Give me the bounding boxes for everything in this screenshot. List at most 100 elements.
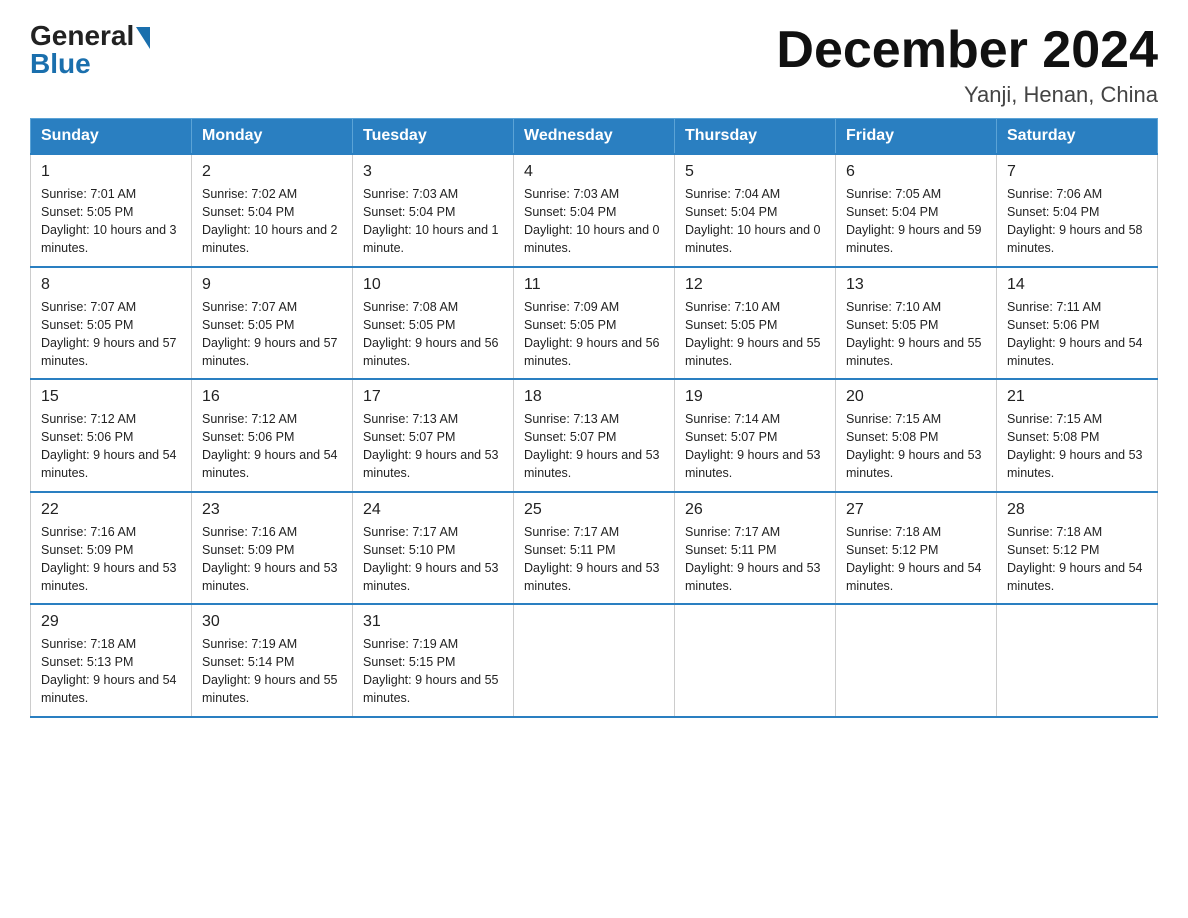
day-info: Sunrise: 7:01 AMSunset: 5:05 PMDaylight:… xyxy=(41,187,177,255)
calendar-cell: 23 Sunrise: 7:16 AMSunset: 5:09 PMDaylig… xyxy=(192,492,353,605)
week-row-4: 22 Sunrise: 7:16 AMSunset: 5:09 PMDaylig… xyxy=(31,492,1158,605)
day-number: 13 xyxy=(846,276,986,294)
day-info: Sunrise: 7:03 AMSunset: 5:04 PMDaylight:… xyxy=(363,187,499,255)
calendar-cell: 3 Sunrise: 7:03 AMSunset: 5:04 PMDayligh… xyxy=(353,154,514,267)
weekday-header-row: Sunday Monday Tuesday Wednesday Thursday… xyxy=(31,119,1158,155)
header-monday: Monday xyxy=(192,119,353,155)
calendar-cell: 25 Sunrise: 7:17 AMSunset: 5:11 PMDaylig… xyxy=(514,492,675,605)
day-info: Sunrise: 7:10 AMSunset: 5:05 PMDaylight:… xyxy=(846,300,982,368)
calendar-cell: 7 Sunrise: 7:06 AMSunset: 5:04 PMDayligh… xyxy=(997,154,1158,267)
calendar-cell: 28 Sunrise: 7:18 AMSunset: 5:12 PMDaylig… xyxy=(997,492,1158,605)
calendar-cell: 5 Sunrise: 7:04 AMSunset: 5:04 PMDayligh… xyxy=(675,154,836,267)
week-row-1: 1 Sunrise: 7:01 AMSunset: 5:05 PMDayligh… xyxy=(31,154,1158,267)
day-info: Sunrise: 7:17 AMSunset: 5:11 PMDaylight:… xyxy=(524,525,660,593)
day-info: Sunrise: 7:15 AMSunset: 5:08 PMDaylight:… xyxy=(846,412,982,480)
calendar-cell: 11 Sunrise: 7:09 AMSunset: 5:05 PMDaylig… xyxy=(514,267,675,380)
calendar-cell: 4 Sunrise: 7:03 AMSunset: 5:04 PMDayligh… xyxy=(514,154,675,267)
day-info: Sunrise: 7:12 AMSunset: 5:06 PMDaylight:… xyxy=(41,412,177,480)
calendar-cell: 13 Sunrise: 7:10 AMSunset: 5:05 PMDaylig… xyxy=(836,267,997,380)
logo-triangle-icon xyxy=(136,27,150,49)
day-info: Sunrise: 7:02 AMSunset: 5:04 PMDaylight:… xyxy=(202,187,338,255)
calendar-cell: 30 Sunrise: 7:19 AMSunset: 5:14 PMDaylig… xyxy=(192,604,353,717)
day-info: Sunrise: 7:19 AMSunset: 5:15 PMDaylight:… xyxy=(363,637,499,705)
calendar-cell: 20 Sunrise: 7:15 AMSunset: 5:08 PMDaylig… xyxy=(836,379,997,492)
day-info: Sunrise: 7:17 AMSunset: 5:10 PMDaylight:… xyxy=(363,525,499,593)
calendar-table: Sunday Monday Tuesday Wednesday Thursday… xyxy=(30,118,1158,718)
day-number: 25 xyxy=(524,501,664,519)
calendar-cell: 8 Sunrise: 7:07 AMSunset: 5:05 PMDayligh… xyxy=(31,267,192,380)
day-info: Sunrise: 7:07 AMSunset: 5:05 PMDaylight:… xyxy=(202,300,338,368)
logo-blue-text: Blue xyxy=(30,48,91,80)
calendar-cell: 21 Sunrise: 7:15 AMSunset: 5:08 PMDaylig… xyxy=(997,379,1158,492)
day-number: 9 xyxy=(202,276,342,294)
calendar-cell: 19 Sunrise: 7:14 AMSunset: 5:07 PMDaylig… xyxy=(675,379,836,492)
week-row-5: 29 Sunrise: 7:18 AMSunset: 5:13 PMDaylig… xyxy=(31,604,1158,717)
header-wednesday: Wednesday xyxy=(514,119,675,155)
calendar-cell: 26 Sunrise: 7:17 AMSunset: 5:11 PMDaylig… xyxy=(675,492,836,605)
day-number: 27 xyxy=(846,501,986,519)
calendar-cell xyxy=(836,604,997,717)
day-info: Sunrise: 7:03 AMSunset: 5:04 PMDaylight:… xyxy=(524,187,660,255)
day-info: Sunrise: 7:09 AMSunset: 5:05 PMDaylight:… xyxy=(524,300,660,368)
day-number: 16 xyxy=(202,388,342,406)
day-number: 28 xyxy=(1007,501,1147,519)
day-info: Sunrise: 7:18 AMSunset: 5:12 PMDaylight:… xyxy=(846,525,982,593)
day-number: 19 xyxy=(685,388,825,406)
day-number: 18 xyxy=(524,388,664,406)
day-info: Sunrise: 7:08 AMSunset: 5:05 PMDaylight:… xyxy=(363,300,499,368)
calendar-cell: 6 Sunrise: 7:05 AMSunset: 5:04 PMDayligh… xyxy=(836,154,997,267)
calendar-cell: 31 Sunrise: 7:19 AMSunset: 5:15 PMDaylig… xyxy=(353,604,514,717)
header-saturday: Saturday xyxy=(997,119,1158,155)
calendar-title: December 2024 xyxy=(776,20,1158,80)
day-info: Sunrise: 7:14 AMSunset: 5:07 PMDaylight:… xyxy=(685,412,821,480)
header-thursday: Thursday xyxy=(675,119,836,155)
day-number: 30 xyxy=(202,613,342,631)
calendar-cell: 17 Sunrise: 7:13 AMSunset: 5:07 PMDaylig… xyxy=(353,379,514,492)
logo: General Blue xyxy=(30,20,150,80)
day-number: 2 xyxy=(202,163,342,181)
calendar-cell xyxy=(514,604,675,717)
calendar-cell: 24 Sunrise: 7:17 AMSunset: 5:10 PMDaylig… xyxy=(353,492,514,605)
calendar-cell: 1 Sunrise: 7:01 AMSunset: 5:05 PMDayligh… xyxy=(31,154,192,267)
calendar-cell: 15 Sunrise: 7:12 AMSunset: 5:06 PMDaylig… xyxy=(31,379,192,492)
day-info: Sunrise: 7:19 AMSunset: 5:14 PMDaylight:… xyxy=(202,637,338,705)
day-info: Sunrise: 7:07 AMSunset: 5:05 PMDaylight:… xyxy=(41,300,177,368)
day-number: 22 xyxy=(41,501,181,519)
calendar-cell: 2 Sunrise: 7:02 AMSunset: 5:04 PMDayligh… xyxy=(192,154,353,267)
header-sunday: Sunday xyxy=(31,119,192,155)
day-number: 12 xyxy=(685,276,825,294)
day-info: Sunrise: 7:11 AMSunset: 5:06 PMDaylight:… xyxy=(1007,300,1143,368)
calendar-cell: 16 Sunrise: 7:12 AMSunset: 5:06 PMDaylig… xyxy=(192,379,353,492)
day-info: Sunrise: 7:05 AMSunset: 5:04 PMDaylight:… xyxy=(846,187,982,255)
day-info: Sunrise: 7:16 AMSunset: 5:09 PMDaylight:… xyxy=(202,525,338,593)
day-info: Sunrise: 7:16 AMSunset: 5:09 PMDaylight:… xyxy=(41,525,177,593)
day-number: 8 xyxy=(41,276,181,294)
calendar-cell: 14 Sunrise: 7:11 AMSunset: 5:06 PMDaylig… xyxy=(997,267,1158,380)
calendar-cell: 10 Sunrise: 7:08 AMSunset: 5:05 PMDaylig… xyxy=(353,267,514,380)
day-info: Sunrise: 7:06 AMSunset: 5:04 PMDaylight:… xyxy=(1007,187,1143,255)
day-number: 17 xyxy=(363,388,503,406)
title-block: December 2024 Yanji, Henan, China xyxy=(776,20,1158,108)
day-number: 14 xyxy=(1007,276,1147,294)
day-number: 4 xyxy=(524,163,664,181)
day-number: 21 xyxy=(1007,388,1147,406)
day-info: Sunrise: 7:13 AMSunset: 5:07 PMDaylight:… xyxy=(524,412,660,480)
day-info: Sunrise: 7:10 AMSunset: 5:05 PMDaylight:… xyxy=(685,300,821,368)
day-number: 20 xyxy=(846,388,986,406)
page-header: General Blue December 2024 Yanji, Henan,… xyxy=(30,20,1158,108)
calendar-cell xyxy=(675,604,836,717)
calendar-cell: 9 Sunrise: 7:07 AMSunset: 5:05 PMDayligh… xyxy=(192,267,353,380)
day-number: 6 xyxy=(846,163,986,181)
day-info: Sunrise: 7:04 AMSunset: 5:04 PMDaylight:… xyxy=(685,187,821,255)
day-info: Sunrise: 7:17 AMSunset: 5:11 PMDaylight:… xyxy=(685,525,821,593)
calendar-cell: 12 Sunrise: 7:10 AMSunset: 5:05 PMDaylig… xyxy=(675,267,836,380)
calendar-cell xyxy=(997,604,1158,717)
calendar-cell: 18 Sunrise: 7:13 AMSunset: 5:07 PMDaylig… xyxy=(514,379,675,492)
day-info: Sunrise: 7:13 AMSunset: 5:07 PMDaylight:… xyxy=(363,412,499,480)
calendar-location: Yanji, Henan, China xyxy=(776,82,1158,108)
day-number: 15 xyxy=(41,388,181,406)
calendar-cell: 27 Sunrise: 7:18 AMSunset: 5:12 PMDaylig… xyxy=(836,492,997,605)
day-info: Sunrise: 7:12 AMSunset: 5:06 PMDaylight:… xyxy=(202,412,338,480)
day-number: 24 xyxy=(363,501,503,519)
week-row-2: 8 Sunrise: 7:07 AMSunset: 5:05 PMDayligh… xyxy=(31,267,1158,380)
